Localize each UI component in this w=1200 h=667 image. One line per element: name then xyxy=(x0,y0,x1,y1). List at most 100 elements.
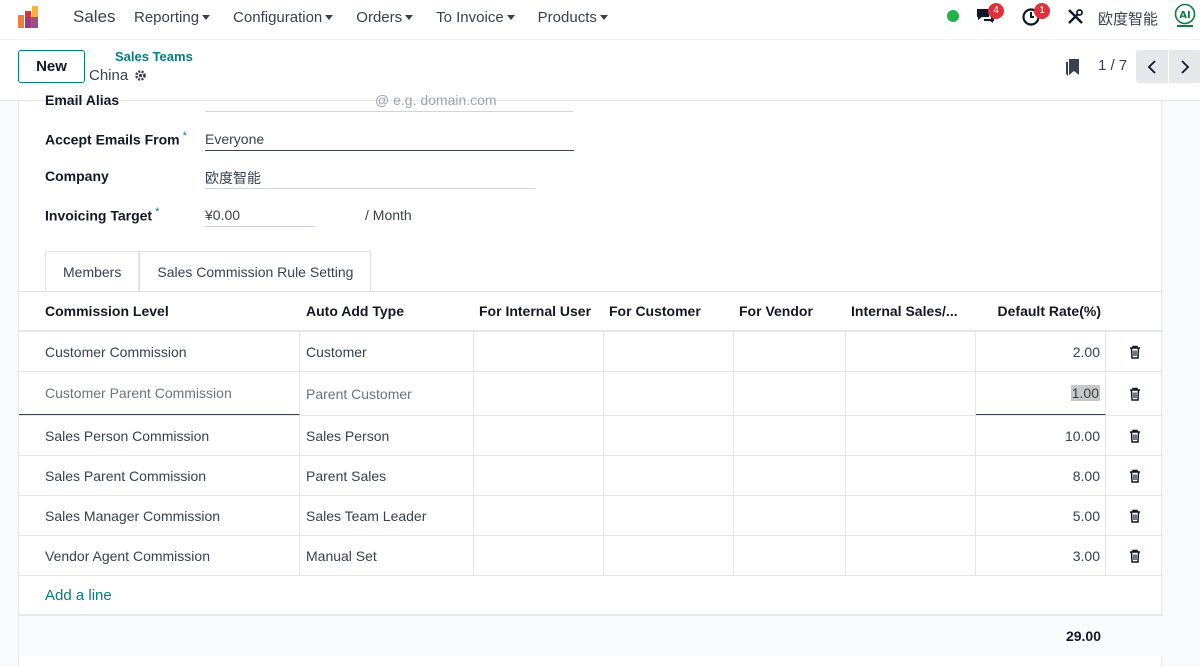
invoicing-target-label: Invoicing Target * xyxy=(45,206,160,224)
internal-user-cell[interactable] xyxy=(474,332,604,371)
email-alias-input[interactable]: @ e.g. domain.com xyxy=(375,92,497,108)
internal-sales-cell[interactable] xyxy=(846,456,976,495)
menu-orders[interactable]: Orders xyxy=(356,9,424,26)
auto-add-type-cell[interactable]: Sales Team Leader xyxy=(300,496,474,535)
default-rate-cell[interactable]: 5.00 xyxy=(976,496,1106,535)
customer-cell[interactable] xyxy=(604,372,734,415)
gear-icon[interactable] xyxy=(134,69,147,82)
column-header[interactable]: Auto Add Type xyxy=(300,292,474,330)
table-row[interactable]: Sales Parent Commission Parent Sales 8.0… xyxy=(19,456,1163,496)
column-header[interactable]: For Customer xyxy=(604,292,734,330)
vendor-cell[interactable] xyxy=(734,536,846,575)
commission-level-cell[interactable]: Customer Commission xyxy=(19,332,300,371)
menu-reporting[interactable]: Reporting xyxy=(134,9,221,26)
tools-icon[interactable] xyxy=(1067,8,1084,25)
internal-user-cell[interactable] xyxy=(474,456,604,495)
delete-row-button[interactable] xyxy=(1106,332,1163,371)
column-header[interactable]: Default Rate(%) xyxy=(976,292,1106,330)
default-rate-cell[interactable]: 3.00 xyxy=(976,536,1106,575)
auto-add-type-cell[interactable]: Sales Person xyxy=(300,416,474,455)
default-rate-input[interactable]: 1.00 xyxy=(976,372,1106,415)
internal-sales-cell[interactable] xyxy=(846,496,976,535)
pager-previous-button[interactable] xyxy=(1136,50,1168,83)
auto-add-type-cell[interactable]: Parent Customer xyxy=(300,372,474,415)
internal-sales-cell[interactable] xyxy=(846,332,976,371)
pager-value[interactable]: 1 / 7 xyxy=(1098,57,1127,74)
column-header[interactable]: For Internal User xyxy=(474,292,604,330)
internal-user-cell[interactable] xyxy=(474,496,604,535)
internal-sales-cell[interactable] xyxy=(846,416,976,455)
online-status-icon xyxy=(947,10,959,22)
pager-next-button[interactable] xyxy=(1169,50,1200,83)
internal-sales-cell[interactable] xyxy=(846,372,976,415)
table-row[interactable]: Vendor Agent Commission Manual Set 3.00 xyxy=(19,536,1163,576)
customer-cell[interactable] xyxy=(604,496,734,535)
auto-add-type-cell[interactable]: Customer xyxy=(300,332,474,371)
commission-rules-table: Commission Level Auto Add Type For Inter… xyxy=(19,292,1163,656)
form-sheet: Email Alias @ e.g. domain.com Accept Ema… xyxy=(18,92,1163,667)
commission-level-cell[interactable]: Vendor Agent Commission xyxy=(19,536,300,575)
menu-configuration[interactable]: Configuration xyxy=(233,9,344,26)
column-header[interactable]: Internal Sales/... xyxy=(846,292,976,330)
vendor-cell[interactable] xyxy=(734,416,846,455)
tab-members[interactable]: Members xyxy=(45,251,140,292)
delete-row-button[interactable] xyxy=(1106,536,1163,575)
default-rate-cell[interactable]: 10.00 xyxy=(976,416,1106,455)
menu-to-invoice[interactable]: To Invoice xyxy=(436,9,526,26)
sales-app-icon[interactable] xyxy=(17,5,41,29)
bookmark-icon[interactable] xyxy=(1065,58,1080,77)
internal-user-cell[interactable] xyxy=(474,416,604,455)
menu-products[interactable]: Products xyxy=(538,9,619,26)
notebook-tabs: Members Sales Commission Rule Setting xyxy=(45,251,372,292)
accept-emails-label: Accept Emails From * xyxy=(45,130,187,148)
new-button[interactable]: New xyxy=(18,50,85,83)
delete-row-button[interactable] xyxy=(1106,456,1163,495)
company-label: Company xyxy=(45,168,109,184)
customer-cell[interactable] xyxy=(604,416,734,455)
auto-add-type-cell[interactable]: Parent Sales xyxy=(300,456,474,495)
email-alias-underline xyxy=(205,111,573,112)
table-row[interactable]: Sales Manager Commission Sales Team Lead… xyxy=(19,496,1163,536)
app-name[interactable]: Sales xyxy=(73,7,116,27)
default-rate-cell[interactable]: 2.00 xyxy=(976,332,1106,371)
caret-down-icon xyxy=(506,14,515,20)
customer-cell[interactable] xyxy=(604,536,734,575)
internal-sales-cell[interactable] xyxy=(846,536,976,575)
column-header[interactable]: For Vendor xyxy=(734,292,846,330)
customer-cell[interactable] xyxy=(604,456,734,495)
chat-count-badge: 4 xyxy=(988,3,1004,19)
commission-level-cell[interactable]: Sales Parent Commission xyxy=(19,456,300,495)
table-row-editing[interactable]: Customer Parent Commission Parent Custom… xyxy=(19,372,1163,416)
internal-user-cell[interactable] xyxy=(474,372,604,415)
commission-level-cell[interactable]: Customer Parent Commission xyxy=(19,372,300,415)
commission-level-cell[interactable]: Sales Manager Commission xyxy=(19,496,300,535)
vendor-cell[interactable] xyxy=(734,496,846,535)
delete-row-button[interactable] xyxy=(1106,372,1163,415)
vendor-cell[interactable] xyxy=(734,332,846,371)
table-row[interactable]: Customer Commission Customer 2.00 xyxy=(19,332,1163,372)
delete-row-button[interactable] xyxy=(1106,416,1163,455)
delete-row-button[interactable] xyxy=(1106,496,1163,535)
invoicing-target-input[interactable]: ¥0.00 xyxy=(205,207,240,223)
invoicing-target-underline xyxy=(205,226,316,227)
commission-level-cell[interactable]: Sales Person Commission xyxy=(19,416,300,455)
default-rate-total: 29.00 xyxy=(1065,628,1101,644)
table-footer-total: 29.00 xyxy=(19,616,1163,656)
auto-add-type-cell[interactable]: Manual Set xyxy=(300,536,474,575)
customer-cell[interactable] xyxy=(604,332,734,371)
add-line-link[interactable]: Add a line xyxy=(19,576,1163,616)
table-header: Commission Level Auto Add Type For Inter… xyxy=(19,292,1163,332)
vendor-cell[interactable] xyxy=(734,372,846,415)
default-rate-cell[interactable]: 8.00 xyxy=(976,456,1106,495)
accept-emails-select[interactable]: Everyone xyxy=(205,131,264,147)
company-switcher[interactable]: 欧度智能 xyxy=(1098,8,1158,29)
column-header[interactable]: Commission Level xyxy=(19,292,300,330)
tab-sales-commission-rule-setting[interactable]: Sales Commission Rule Setting xyxy=(139,251,372,292)
vendor-cell[interactable] xyxy=(734,456,846,495)
table-row[interactable]: Sales Person Commission Sales Person 10.… xyxy=(19,416,1163,456)
company-field[interactable]: 欧度智能 xyxy=(205,168,261,188)
internal-user-cell[interactable] xyxy=(474,536,604,575)
caret-down-icon xyxy=(599,14,608,20)
user-avatar[interactable]: AI xyxy=(1174,3,1196,29)
breadcrumb-sales-teams[interactable]: Sales Teams xyxy=(115,49,193,64)
